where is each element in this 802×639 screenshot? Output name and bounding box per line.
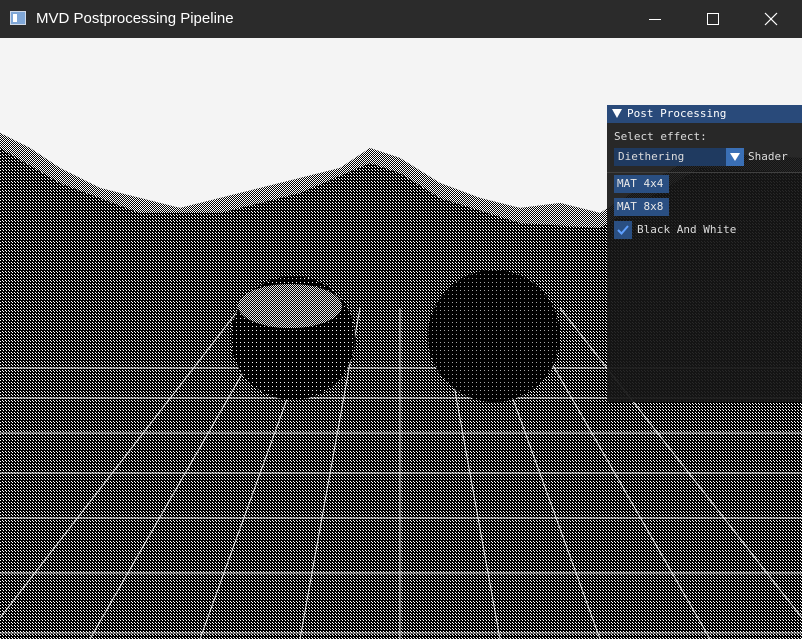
shader-combo[interactable]: Diethering [614,148,744,166]
minimize-button[interactable] [626,0,684,38]
panel-title: Post Processing [627,107,727,120]
maximize-icon [707,13,719,25]
close-button[interactable] [742,0,800,38]
window-title: MVD Postprocessing Pipeline [36,10,234,27]
combo-arrow-button[interactable] [726,148,744,166]
app-window: MVD Postprocessing Pipeline Post Process… [0,0,802,639]
separator [607,172,802,173]
mat-4x4-button[interactable]: MAT 4x4 [614,175,669,193]
collapse-triangle-icon[interactable] [612,109,622,119]
checkbox-label: Black And White [637,223,737,236]
minimize-icon [649,19,661,20]
app-icon [10,11,26,25]
panel-header[interactable]: Post Processing [607,105,802,123]
checkmark-icon [617,225,629,235]
black-and-white-checkbox[interactable] [614,221,632,239]
maximize-button[interactable] [684,0,742,38]
button-label: MAT 4x4 [617,177,664,190]
chevron-down-icon [730,153,740,161]
mat-8x8-button[interactable]: MAT 8x8 [614,198,669,216]
button-label: MAT 8x8 [617,200,664,213]
select-effect-label: Select effect: [614,130,707,143]
combo-label: Shader [748,150,788,163]
title-bar[interactable]: MVD Postprocessing Pipeline [0,0,802,38]
post-processing-panel: Post Processing Select effect: Dietherin… [607,105,802,402]
close-icon [764,12,778,26]
combo-value: Diethering [618,150,685,163]
